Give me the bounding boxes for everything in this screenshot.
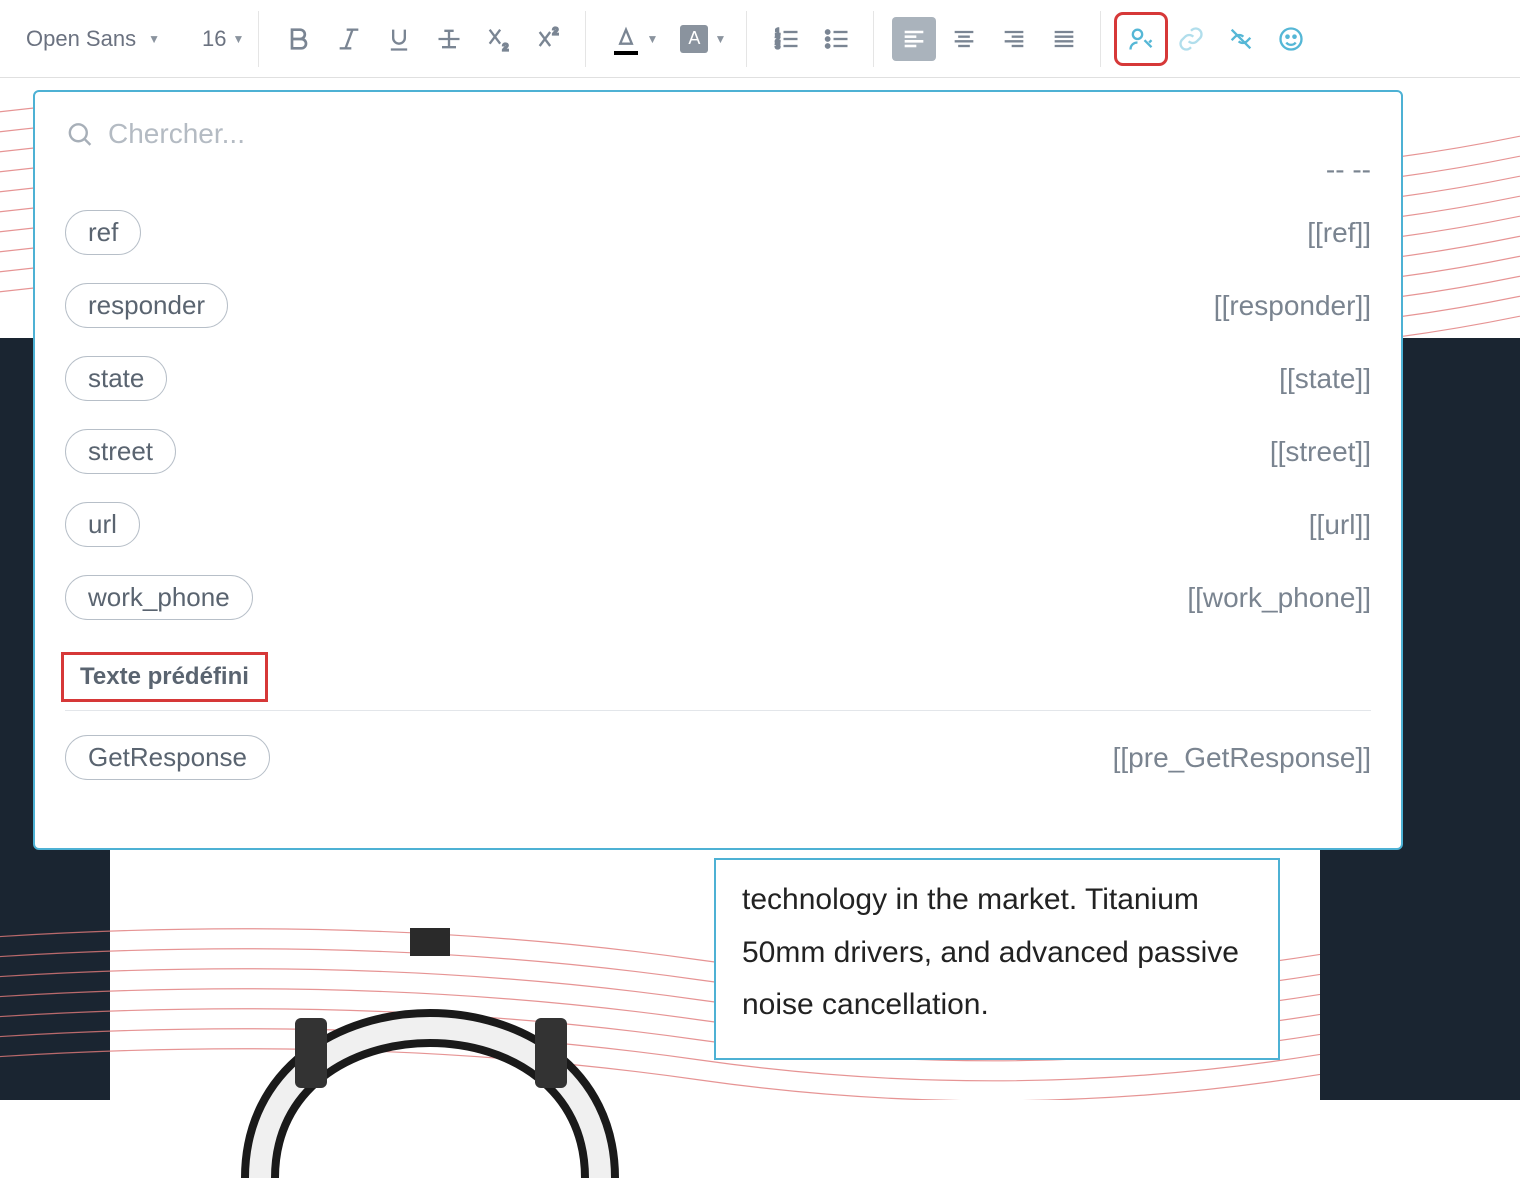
search-input[interactable] [108,118,1371,150]
emoji-button[interactable] [1269,17,1313,61]
font-family-select[interactable]: Open Sans ▼ [26,26,196,52]
variable-row[interactable]: responder [[responder]] [65,269,1371,342]
font-family-label: Open Sans [26,26,136,52]
variable-chip[interactable]: street [65,429,176,474]
variable-chip[interactable]: state [65,356,167,401]
align-left-button[interactable] [892,17,936,61]
unlink-button[interactable] [1219,17,1263,61]
align-justify-button[interactable] [1042,17,1086,61]
variable-code: [[state]] [1279,363,1371,395]
bold-button[interactable] [277,17,321,61]
text-color-swatch [614,51,638,55]
align-center-button[interactable] [942,17,986,61]
variable-code: [[ref]] [1307,217,1371,249]
predefined-list: GetResponse [[pre_GetResponse]] [35,721,1401,794]
highlight-color-button[interactable]: A ▼ [672,17,716,61]
superscript-button[interactable]: 2 [527,17,571,61]
variable-picker-popup: -- -- ref [[ref]] responder [[responder]… [33,90,1403,850]
highlight-icon: A [680,25,708,53]
formatting-toolbar: Open Sans ▼ 16 ▼ 2 2 ▼ [0,0,1520,78]
variable-row[interactable]: work_phone [[work_phone]] [65,561,1371,634]
text-color-button[interactable]: ▼ [604,17,648,61]
variable-row[interactable]: ref [[ref]] [65,196,1371,269]
predefined-text-header: Texte prédéfini [61,652,268,702]
align-right-button[interactable] [992,17,1036,61]
svg-text:2: 2 [553,25,559,37]
font-size-label: 16 [202,26,226,52]
subscript-button[interactable]: 2 [477,17,521,61]
editor-canvas: -- -- ref [[ref]] responder [[responder]… [0,78,1520,1100]
unordered-list-button[interactable] [815,17,859,61]
variable-row[interactable]: street [[street]] [65,415,1371,488]
italic-button[interactable] [327,17,371,61]
predefined-code: [[pre_GetResponse]] [1113,742,1371,774]
ordered-list-button[interactable]: 123 [765,17,809,61]
variable-chip[interactable]: url [65,502,140,547]
chevron-down-icon: ▼ [232,32,244,46]
headphones-image [180,858,680,1178]
variable-code: [[responder]] [1214,290,1371,322]
variable-chip[interactable]: ref [65,210,141,255]
font-size-select[interactable]: 16 ▼ [202,26,244,52]
variable-row[interactable]: state [[state]] [65,342,1371,415]
personalization-button[interactable] [1119,17,1163,61]
variable-chip[interactable]: responder [65,283,228,328]
svg-text:2: 2 [503,41,509,52]
variable-code: [[work_phone]] [1187,582,1371,614]
variable-list: ref [[ref]] responder [[responder]] stat… [35,196,1401,634]
chevron-down-icon: ▼ [646,32,658,46]
product-description-text: technology in the market. Titanium 50mm … [742,883,1239,1021]
variable-code: [[url]] [1309,509,1371,541]
svg-text:3: 3 [776,41,781,50]
overflow-indicator: -- -- [35,154,1401,196]
chevron-down-icon: ▼ [714,32,726,46]
chevron-down-icon: ▼ [148,32,160,46]
product-description-box[interactable]: technology in the market. Titanium 50mm … [714,858,1280,1060]
predefined-chip[interactable]: GetResponse [65,735,270,780]
strikethrough-button[interactable] [427,17,471,61]
variable-chip[interactable]: work_phone [65,575,253,620]
underline-button[interactable] [377,17,421,61]
variable-row[interactable]: url [[url]] [65,488,1371,561]
search-icon [65,119,94,149]
predefined-row[interactable]: GetResponse [[pre_GetResponse]] [65,721,1371,794]
variable-code: [[street]] [1270,436,1371,468]
section-divider [65,710,1371,711]
link-button[interactable] [1169,17,1213,61]
